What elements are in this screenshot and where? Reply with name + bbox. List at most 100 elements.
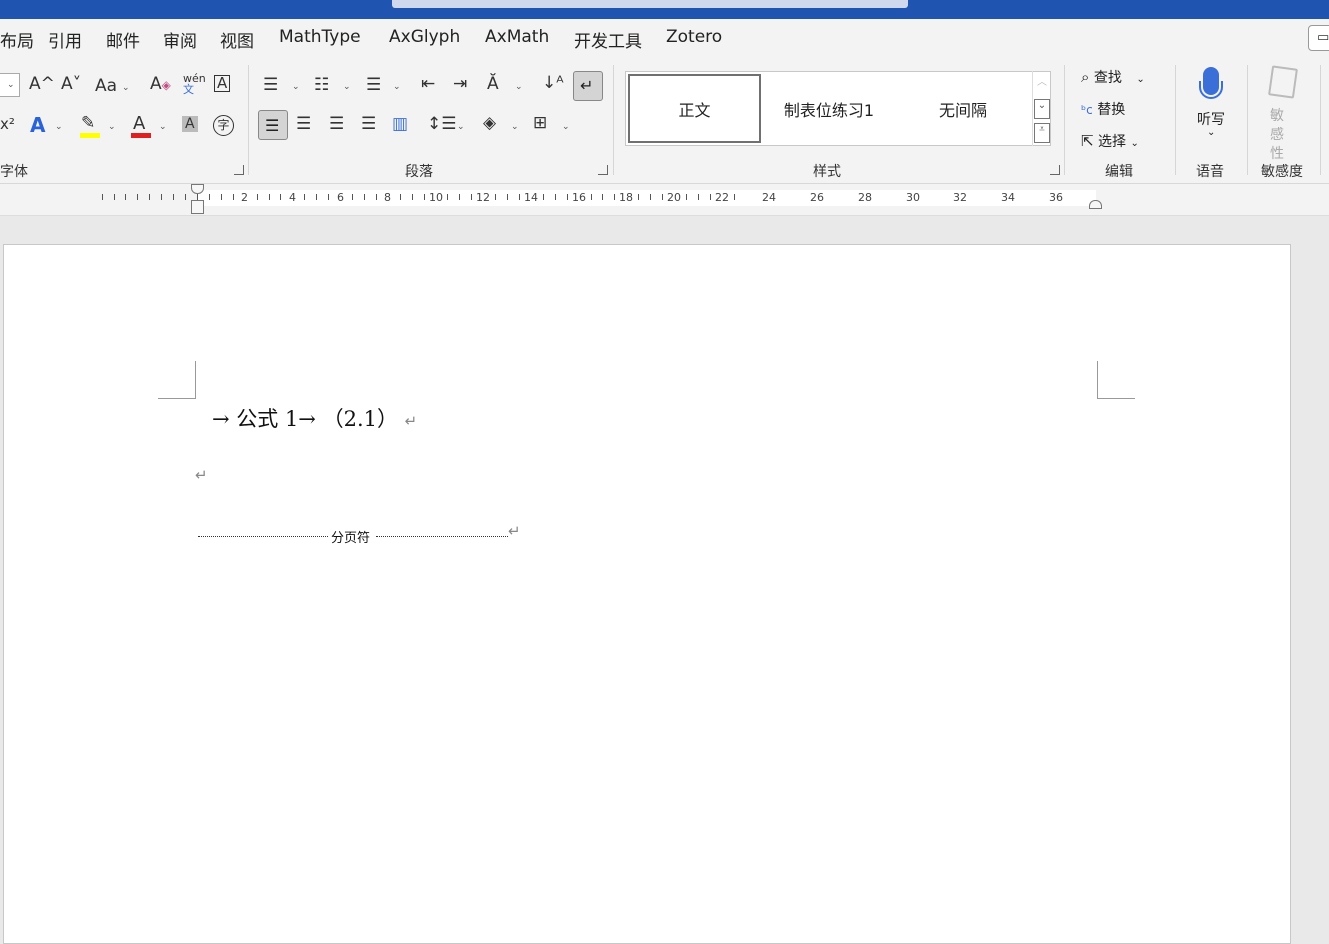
ruler-tick: [602, 194, 603, 200]
font-color-icon[interactable]: A: [133, 115, 145, 133]
chevron-down-icon[interactable]: ⌄: [122, 83, 130, 93]
ruler-tick: [519, 194, 520, 200]
phonetic-guide-icon[interactable]: wén 文: [183, 73, 206, 95]
highlight-color-icon[interactable]: ✎: [81, 115, 95, 132]
distributed-icon[interactable]: ▥: [392, 116, 408, 133]
styles-dialog-launcher-icon[interactable]: [1050, 165, 1060, 175]
replace-icon: ᵇc: [1081, 103, 1093, 117]
left-indent-marker[interactable]: [191, 200, 204, 214]
dictate-button[interactable]: 听写 ⌄: [1194, 65, 1230, 145]
ruler-tick: [400, 194, 401, 200]
title-bar: [0, 0, 1329, 19]
horizontal-ruler[interactable]: 2 4 6 8 10 12 14 16 18 20 22 24 26 28 30 32 34 36: [0, 184, 1329, 216]
ruler-tick: [161, 194, 162, 200]
tab-axmath[interactable]: AxMath: [485, 27, 549, 47]
paragraph-dialog-launcher-icon[interactable]: [598, 165, 608, 175]
sensitivity-label: 敏感性: [1270, 108, 1284, 162]
search-box[interactable]: [392, 0, 908, 8]
borders-icon[interactable]: ⊞: [533, 115, 547, 132]
tab-developer[interactable]: 开发工具: [574, 27, 642, 52]
increase-indent-icon[interactable]: ⇥: [453, 76, 467, 93]
ruler-tick: [364, 194, 365, 200]
sensitivity-button[interactable]: 敏感性: [1266, 65, 1302, 162]
ruler-tick: [734, 194, 735, 200]
ruler-number: 4: [289, 191, 296, 204]
font-color-bar: [131, 133, 151, 138]
font-size-dropdown[interactable]: ⌄: [0, 73, 20, 97]
clear-formatting-icon[interactable]: A◈: [150, 76, 171, 93]
shrink-font-icon[interactable]: A˅: [61, 76, 81, 93]
change-case-icon[interactable]: Aa: [95, 78, 117, 95]
styles-group-label: 样式: [813, 164, 841, 180]
style-tab-practice[interactable]: 制表位练习1: [763, 74, 895, 143]
justify-icon[interactable]: ☰: [361, 116, 376, 133]
ruler-tick: [686, 194, 687, 200]
equation-line[interactable]: → 公式 1→ （2.1） ↵: [212, 403, 417, 433]
document-page[interactable]: [3, 244, 1291, 944]
ruler-tick: [328, 194, 329, 200]
ruler-tick: [555, 194, 556, 200]
align-left-button[interactable]: ☰: [258, 110, 288, 140]
style-normal[interactable]: 正文: [628, 74, 761, 143]
chevron-down-icon[interactable]: ⌄: [55, 122, 63, 132]
ruler-number: 22: [715, 191, 729, 204]
chevron-down-icon[interactable]: ⌄: [159, 122, 167, 132]
ruler-tick: [710, 194, 711, 200]
ruler-number: 16: [572, 191, 586, 204]
superscript-icon[interactable]: x²: [0, 117, 15, 132]
font-dialog-launcher-icon[interactable]: [234, 165, 244, 175]
chevron-down-icon[interactable]: ⌄: [343, 82, 351, 92]
character-border-icon[interactable]: A: [214, 75, 231, 92]
tab-layout[interactable]: 布局: [0, 27, 34, 52]
text-effects-icon[interactable]: A: [30, 115, 45, 135]
numbering-icon[interactable]: ☷: [314, 77, 329, 94]
multilevel-list-icon[interactable]: ☰: [366, 77, 381, 94]
tab-mathtype[interactable]: MathType: [279, 27, 361, 47]
tab-review[interactable]: 审阅: [163, 27, 197, 52]
style-no-spacing[interactable]: 无间隔: [897, 74, 1029, 143]
chevron-down-icon[interactable]: ⌄: [108, 122, 116, 132]
ruler-tick: [137, 194, 138, 200]
tab-view[interactable]: 视图: [220, 27, 254, 52]
page-break[interactable]: 分页符: [198, 527, 510, 546]
replace-button[interactable]: ᵇc 替换: [1081, 99, 1125, 119]
decrease-indent-icon[interactable]: ⇤: [421, 76, 435, 93]
empty-paragraph-mark: ↵: [195, 466, 208, 484]
chevron-down-icon[interactable]: ⌄: [562, 122, 570, 132]
line-spacing-icon[interactable]: ↕☰: [427, 116, 456, 133]
grow-font-icon[interactable]: A^: [29, 76, 55, 93]
group-separator: [248, 65, 249, 175]
tab-axglyph[interactable]: AxGlyph: [389, 27, 460, 47]
align-right-icon[interactable]: ☰: [329, 116, 344, 133]
ruler-tick: [495, 194, 496, 200]
ruler-tick: [614, 194, 615, 200]
chevron-down-icon[interactable]: ⌄: [515, 82, 523, 92]
bullets-icon[interactable]: ☰: [263, 77, 278, 94]
chevron-down-icon[interactable]: ⌄: [292, 82, 300, 92]
styles-more-icon[interactable]: ⩡: [1034, 123, 1050, 143]
shading-icon[interactable]: ◈: [483, 115, 496, 132]
sort-icon[interactable]: ↓ᴬ: [542, 75, 564, 92]
align-center-icon[interactable]: ☰: [296, 116, 311, 133]
scroll-up-icon[interactable]: ︿: [1034, 73, 1050, 93]
enclose-characters-icon[interactable]: 字: [213, 115, 234, 136]
chevron-down-icon[interactable]: ⌄: [393, 82, 401, 92]
tab-mailings[interactable]: 邮件: [106, 27, 140, 52]
tab-zotero[interactable]: Zotero: [666, 27, 722, 47]
chevron-down-icon[interactable]: ⌄: [457, 122, 465, 132]
scroll-down-icon[interactable]: ⌄: [1034, 99, 1050, 119]
comments-button[interactable]: ▭: [1308, 25, 1329, 51]
right-indent-marker[interactable]: [1089, 200, 1102, 209]
ruler-tick: [352, 194, 353, 200]
ruler-tick: [567, 194, 568, 200]
character-shading-icon[interactable]: A: [182, 116, 198, 132]
find-button[interactable]: ⌕ 查找 ⌄: [1081, 67, 1145, 87]
styles-gallery: 正文 制表位练习1 无间隔: [625, 71, 1051, 146]
ruler-number: 10: [429, 191, 443, 204]
chevron-down-icon[interactable]: ⌄: [511, 122, 519, 132]
ruler-tick: [662, 194, 663, 200]
show-marks-button[interactable]: ↵: [573, 71, 603, 101]
asian-layout-icon[interactable]: Ӑ: [487, 76, 499, 93]
tab-references[interactable]: 引用: [48, 27, 82, 52]
select-button[interactable]: ⇱ 选择 ⌄: [1081, 131, 1139, 151]
